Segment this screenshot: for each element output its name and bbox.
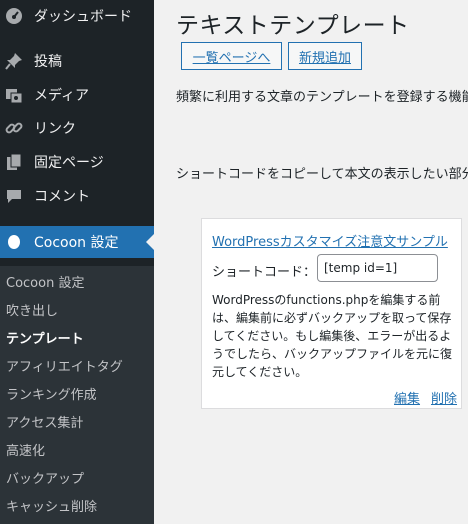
sidebar-item-dashboard[interactable]: ダッシュボード xyxy=(0,1,154,31)
sidebar-item-label: ダッシュボード xyxy=(34,9,132,25)
submenu-item-cache-delete[interactable]: キャッシュ削除 xyxy=(6,496,97,515)
sidebar-item-media[interactable]: メディア xyxy=(0,80,154,110)
dashboard-icon xyxy=(4,6,24,26)
sidebar-item-label: リンク xyxy=(34,121,76,137)
page-icon xyxy=(4,152,24,172)
submenu-item-access-count[interactable]: アクセス集計 xyxy=(6,412,83,431)
submenu-item-template[interactable]: テンプレート xyxy=(6,328,84,347)
template-card: WordPressカスタマイズ注意文サンプル ショートコード： WordPres… xyxy=(201,218,462,409)
media-icon xyxy=(4,85,24,105)
pin-icon xyxy=(4,51,24,71)
submenu-item-speech-balloon[interactable]: 吹き出し xyxy=(6,300,58,319)
shortcode-input[interactable] xyxy=(317,254,438,282)
sidebar-item-posts[interactable]: 投稿 xyxy=(0,46,154,76)
submenu-item-backup[interactable]: バックアップ xyxy=(6,468,84,487)
submenu-item-speedup[interactable]: 高速化 xyxy=(6,440,45,459)
template-body-text: WordPressのfunctions.phpを編集する前は、編集前に必ずバック… xyxy=(212,293,453,379)
edit-link[interactable]: 編集 xyxy=(394,388,420,407)
sidebar-item-label: 固定ページ xyxy=(34,155,104,171)
delete-link[interactable]: 削除 xyxy=(431,388,457,407)
sidebar-item-comments[interactable]: コメント xyxy=(0,181,154,211)
submenu-item-ranking[interactable]: ランキング作成 xyxy=(6,384,97,403)
sidebar-item-label: 投稿 xyxy=(34,54,62,70)
sidebar-item-label: メディア xyxy=(34,88,90,104)
sidebar-item-cocoon-settings[interactable]: Cocoon 設定 xyxy=(0,226,154,258)
cocoon-submenu: Cocoon 設定 吹き出し テンプレート アフィリエイトタグ ランキング作成 … xyxy=(0,266,154,524)
submenu-item-affiliate-tag[interactable]: アフィリエイトタグ xyxy=(6,356,123,375)
template-title-link[interactable]: WordPressカスタマイズ注意文サンプル xyxy=(212,231,448,250)
link-icon xyxy=(4,118,24,138)
sidebar-item-label: Cocoon 設定 xyxy=(34,235,119,251)
shortcode-instruction: ショートコードをコピーして本文の表示したい部分 xyxy=(176,167,468,182)
submenu-item-cocoon-settings[interactable]: Cocoon 設定 xyxy=(6,272,84,291)
sidebar-item-links[interactable]: リンク xyxy=(0,113,154,143)
add-new-button[interactable]: 新規追加 xyxy=(288,42,362,70)
list-page-button[interactable]: 一覧ページへ xyxy=(181,42,282,70)
page-description: 頻繁に利用する文章のテンプレートを登録する機能 xyxy=(176,90,468,105)
page-title: テキストテンプレート xyxy=(176,13,410,39)
admin-sidebar: ダッシュボード 投稿 メディア リンク 固定ページ コメント Cocoon 設定… xyxy=(0,0,154,524)
sidebar-item-label: コメント xyxy=(34,189,90,205)
cocoon-icon xyxy=(4,232,24,252)
comment-icon xyxy=(4,186,24,206)
sidebar-item-pages[interactable]: 固定ページ xyxy=(0,147,154,177)
shortcode-label: ショートコード： xyxy=(212,265,317,280)
